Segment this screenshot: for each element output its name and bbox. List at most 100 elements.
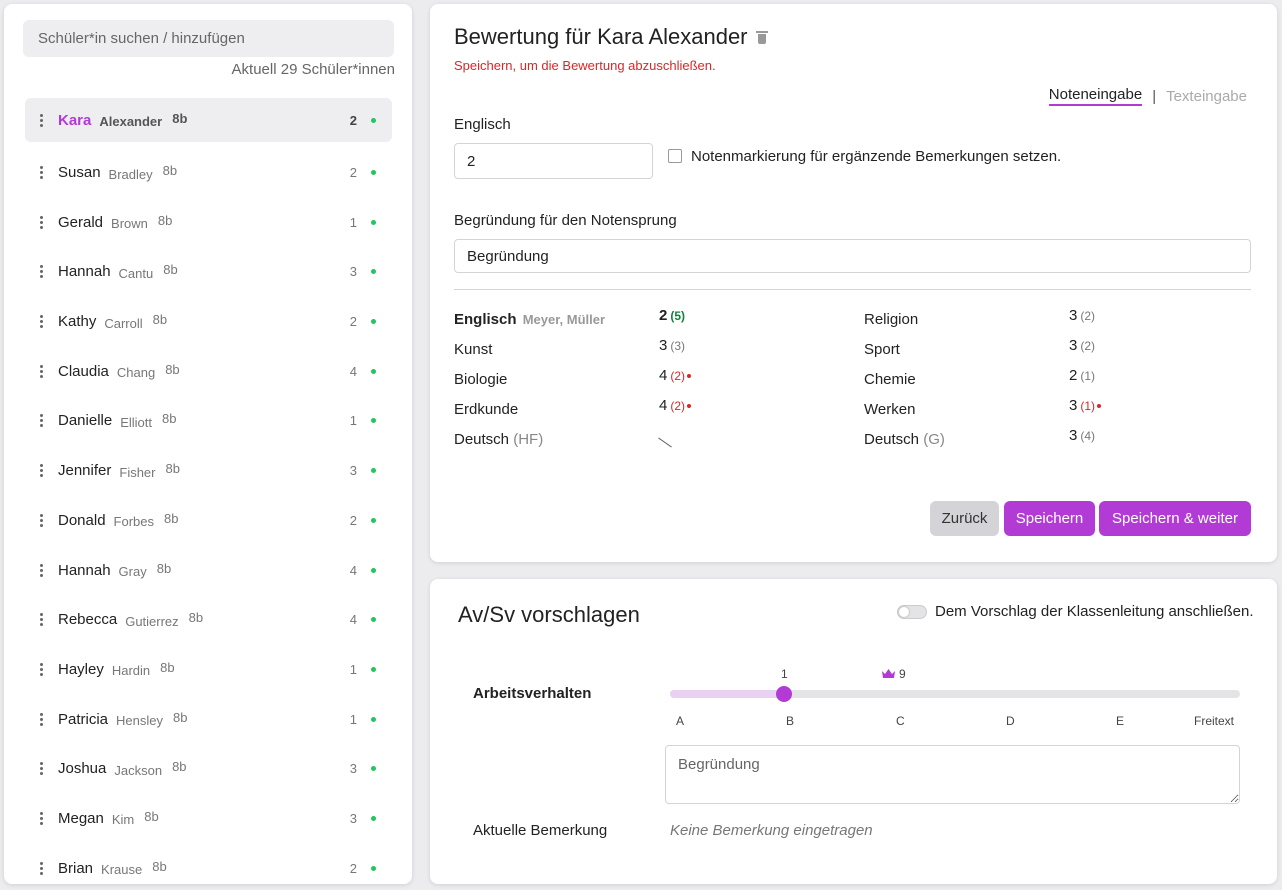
student-first-name: Jennifer xyxy=(58,462,112,480)
student-last-name: Brown xyxy=(111,216,148,232)
student-search-input[interactable] xyxy=(23,20,394,57)
student-first-name: Kathy xyxy=(58,313,97,331)
student-grade: 4 xyxy=(349,562,357,578)
student-grade: 3 xyxy=(349,761,357,777)
student-item[interactable]: Kathy Carroll 8b 2 xyxy=(25,297,392,347)
student-class: 8b xyxy=(173,709,188,725)
trash-icon[interactable] xyxy=(755,30,768,44)
student-item[interactable]: Joshua Jackson 8b 3 xyxy=(25,744,392,794)
student-grade: 2 xyxy=(349,314,357,330)
student-grade: 1 xyxy=(349,214,357,230)
tab-noteneingabe[interactable]: Noteneingabe xyxy=(1048,86,1143,106)
drag-handle-icon[interactable] xyxy=(40,113,43,127)
save-button[interactable]: Speichern xyxy=(1004,501,1095,536)
student-grade: 3 xyxy=(349,264,357,280)
drag-handle-icon[interactable] xyxy=(40,513,43,527)
warning-dot xyxy=(687,374,692,379)
drag-handle-icon[interactable] xyxy=(40,414,43,428)
grade-value: 4 (2) xyxy=(659,367,692,384)
student-first-name: Gerald xyxy=(58,213,104,231)
drag-handle-icon[interactable] xyxy=(40,662,43,676)
drag-handle-icon[interactable] xyxy=(40,265,43,279)
grade-subject: Englisch Meyer, Müller xyxy=(454,311,606,328)
grade-subject: Werken xyxy=(864,401,916,418)
subject-suffix: (HF) xyxy=(513,431,544,448)
tab-texteingabe[interactable]: Texteingabe xyxy=(1166,88,1247,105)
student-item[interactable]: Hannah Gray 8b 4 xyxy=(25,545,392,595)
student-item[interactable]: Megan Kim 8b 3 xyxy=(25,794,392,844)
student-class: 8b xyxy=(165,461,180,477)
student-grade: 1 xyxy=(349,661,357,677)
input-mode-switch: Noteneingabe | Texteingabe xyxy=(1048,86,1247,106)
slider-tick-label: Freitext xyxy=(1194,714,1235,728)
grade-count: (2) xyxy=(1080,339,1096,353)
student-first-name: Patricia xyxy=(58,710,109,728)
divider xyxy=(454,289,1251,290)
drag-handle-icon[interactable] xyxy=(40,364,43,378)
drag-handle-icon[interactable] xyxy=(40,712,43,726)
save-next-button[interactable]: Speichern & weiter xyxy=(1099,501,1251,536)
drag-handle-icon[interactable] xyxy=(40,166,43,180)
drag-handle-icon[interactable] xyxy=(40,861,43,875)
adopt-proposal-toggle[interactable] xyxy=(897,605,927,619)
behavior-reason-textarea[interactable] xyxy=(665,745,1240,804)
grade-input[interactable] xyxy=(454,143,653,179)
student-grade: 3 xyxy=(349,463,357,479)
grade-subject: Deutsch (G) xyxy=(864,431,945,448)
evaluation-panel: Bewertung für Kara Alexander Speichern, … xyxy=(430,4,1277,562)
student-first-name: Susan xyxy=(58,164,101,182)
student-item[interactable]: Donald Forbes 8b 2 xyxy=(25,496,392,546)
drag-handle-icon[interactable] xyxy=(40,811,43,825)
student-last-name: Alexander xyxy=(99,114,163,129)
student-grade: 4 xyxy=(349,363,357,379)
student-sidebar: Aktuell 29 Schüler*innen Kara Alexander 8b… xyxy=(4,4,412,884)
drag-handle-icon[interactable] xyxy=(40,464,43,478)
drag-handle-icon[interactable] xyxy=(40,215,43,229)
student-class: 8b xyxy=(188,610,204,626)
grade-count: (1) xyxy=(1080,369,1096,383)
reason-input[interactable] xyxy=(454,239,1251,273)
status-dot xyxy=(371,517,376,523)
student-item[interactable]: Brian Krause 8b 2 xyxy=(25,843,392,884)
student-class: 8b xyxy=(160,659,175,675)
grade-count: (4) xyxy=(1080,429,1096,443)
student-item[interactable]: Gerald Brown 8b 1 xyxy=(25,197,392,247)
student-class: 8b xyxy=(152,312,168,328)
student-list: Kara Alexander 8b 2 Susan Bradley 8b 2 Gerald Bro… xyxy=(25,98,392,884)
student-last-name: Jackson xyxy=(114,762,163,778)
student-item[interactable]: Susan Bradley 8b 2 xyxy=(25,148,392,198)
status-dot xyxy=(371,815,376,821)
student-class: 8b xyxy=(163,262,178,278)
grade-count: (2) xyxy=(670,399,686,413)
student-item[interactable]: Hayley Hardin 8b 1 xyxy=(25,645,392,695)
student-class: 8b xyxy=(172,110,188,126)
student-item[interactable]: Rebecca Gutierrez 8b 4 xyxy=(25,595,392,645)
adopt-proposal-label: Dem Vorschlag der Klassenleitung anschli… xyxy=(935,603,1254,620)
status-dot xyxy=(371,117,376,123)
student-item[interactable]: Danielle Elliott 8b 1 xyxy=(25,396,392,446)
drag-handle-icon[interactable] xyxy=(40,613,43,627)
student-item[interactable]: Claudia Chang 8b 4 xyxy=(25,346,392,396)
student-first-name: Hayley xyxy=(58,660,104,678)
student-item[interactable]: Jennifer Fisher 8b 3 xyxy=(25,446,392,496)
student-item[interactable]: Patricia Hensley 8b 1 xyxy=(25,694,392,744)
grade-marker-checkbox[interactable] xyxy=(668,149,682,163)
grade-subject: Religion xyxy=(864,311,919,328)
mode-separator: | xyxy=(1152,87,1157,105)
drag-handle-icon[interactable] xyxy=(40,762,43,776)
behavior-slider-handle[interactable] xyxy=(776,686,792,702)
page-title: Bewertung für Kara Alexander xyxy=(454,24,768,50)
student-item[interactable]: Hannah Cantu 8b 3 xyxy=(25,247,392,297)
student-last-name: Hensley xyxy=(116,713,163,729)
grade-subject: Chemie xyxy=(864,371,916,388)
drag-handle-icon[interactable] xyxy=(40,563,43,577)
student-grade: 2 xyxy=(349,512,357,528)
back-button[interactable]: Zurück xyxy=(930,501,999,536)
no-grade-mark xyxy=(658,437,672,448)
warning-dot xyxy=(1097,404,1102,409)
student-first-name: Claudia xyxy=(58,362,109,380)
drag-handle-icon[interactable] xyxy=(40,315,43,329)
behavior-slider-track[interactable] xyxy=(670,690,1240,698)
teacher-names: Meyer, Müller xyxy=(522,312,606,327)
student-item[interactable]: Kara Alexander 8b 2 xyxy=(25,98,392,142)
